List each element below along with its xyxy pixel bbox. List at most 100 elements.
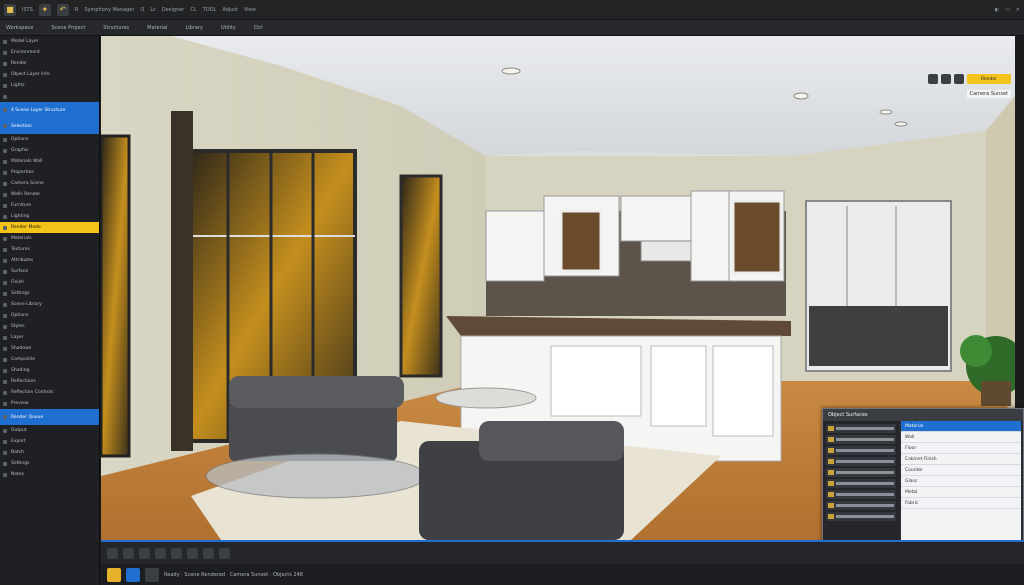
properties-row[interactable]: Glass (901, 476, 1021, 487)
properties-row[interactable]: Counter (901, 465, 1021, 476)
layer-row[interactable]: Surface (0, 266, 99, 277)
subbar-item[interactable]: Workspace (6, 25, 33, 31)
menu-item[interactable]: Designer (162, 7, 184, 13)
layer-icon (3, 137, 7, 142)
layer-row[interactable]: Scene Library (0, 299, 99, 310)
layer-label: 4 Scene Layer Structure (11, 107, 66, 113)
layer-row[interactable]: Shading (0, 365, 99, 376)
maximize-icon[interactable]: ▭ (1005, 7, 1010, 13)
layer-row[interactable]: Export (0, 436, 99, 447)
measure-icon[interactable] (187, 547, 198, 559)
play-icon[interactable] (107, 547, 118, 559)
grid-icon[interactable] (155, 547, 166, 559)
menu-item[interactable]: R (75, 7, 78, 13)
layer-row[interactable]: Selection (0, 118, 99, 134)
layer-row[interactable]: Reflections (0, 376, 99, 387)
layer-row[interactable]: Composite (0, 354, 99, 365)
layer-row[interactable]: Output (0, 425, 99, 436)
camera-icon[interactable] (941, 74, 951, 84)
subbar-item[interactable]: Ctrl (254, 25, 263, 31)
zoom-icon[interactable] (219, 547, 230, 559)
layer-row[interactable]: Finish (0, 277, 99, 288)
property-slot[interactable] (826, 446, 896, 455)
layer-row[interactable]: Graphic (0, 145, 99, 156)
menu-item[interactable]: Adjust (222, 7, 238, 13)
layer-row[interactable]: Preview (0, 398, 99, 409)
view-icon[interactable] (928, 74, 938, 84)
menu-item[interactable]: View (244, 7, 256, 13)
menu-item[interactable]: Symphony Manager (84, 7, 134, 13)
property-slot[interactable] (826, 457, 896, 466)
layer-row[interactable]: Lights (0, 80, 99, 91)
layer-row[interactable]: Render Mode (0, 222, 99, 233)
layer-row[interactable]: Shadows (0, 343, 99, 354)
layer-row[interactable]: Object Layer Info (0, 69, 99, 80)
layer-row[interactable] (0, 91, 99, 102)
menu-item[interactable]: ISTS (22, 7, 33, 13)
layer-row[interactable]: Materials (0, 233, 99, 244)
layer-row[interactable]: Styles (0, 321, 99, 332)
layer-row[interactable]: Lighting (0, 211, 99, 222)
property-slot[interactable] (826, 490, 896, 499)
layer-row[interactable]: Model Layer (0, 36, 99, 47)
properties-row[interactable]: Metal (901, 487, 1021, 498)
property-slot[interactable] (826, 479, 896, 488)
layer-row[interactable]: Attributes (0, 255, 99, 266)
layer-row[interactable]: Settings (0, 458, 99, 469)
properties-row[interactable]: Cabinet Finish (901, 454, 1021, 465)
properties-row[interactable]: Wall (901, 432, 1021, 443)
subbar-item[interactable]: Material (147, 25, 167, 31)
layer-row[interactable]: Batch (0, 447, 99, 458)
layer-row[interactable]: Render (0, 58, 99, 69)
properties-row[interactable]: Floor (901, 443, 1021, 454)
subbar-item[interactable]: Utility (221, 25, 236, 31)
undo-icon[interactable]: ↶ (56, 3, 69, 16)
layer-row[interactable]: Textures (0, 244, 99, 255)
properties-title[interactable]: Object Surfaces (823, 409, 1023, 421)
property-slot[interactable] (826, 424, 896, 433)
record-icon[interactable] (139, 547, 150, 559)
layer-row[interactable]: Notes (0, 469, 99, 480)
layer-row[interactable]: Walls Render (0, 189, 99, 200)
light-icon[interactable] (954, 74, 964, 84)
close-icon[interactable]: ✕ (1016, 7, 1020, 13)
render-button[interactable]: Render (967, 74, 1011, 84)
layer-row[interactable]: Materials Wall (0, 156, 99, 167)
layer-row[interactable]: Properties (0, 167, 99, 178)
layer-label: Settings (11, 291, 30, 296)
menu-item[interactable]: CL (190, 7, 196, 13)
layer-row[interactable]: 4 Scene Layer Structure (0, 102, 99, 118)
menu-item[interactable]: Lc (150, 7, 156, 13)
property-slot[interactable] (826, 468, 896, 477)
layer-row[interactable]: Render Queue (0, 409, 99, 425)
layer-label: Object Layer Info (11, 72, 50, 77)
layer-row[interactable]: Reflection Controls (0, 387, 99, 398)
property-slot[interactable] (826, 501, 896, 510)
properties-row[interactable]: Fabric (901, 498, 1021, 509)
layer-icon (3, 280, 7, 285)
properties-row[interactable]: Material (901, 421, 1021, 432)
layer-icon (3, 181, 7, 186)
folder-icon[interactable] (107, 567, 121, 582)
subbar-item[interactable]: Structures (103, 25, 129, 31)
menu-item[interactable]: Q (140, 7, 144, 13)
layer-row[interactable]: Options (0, 310, 99, 321)
property-slot[interactable] (826, 435, 896, 444)
minimize-icon[interactable]: ◐ (995, 7, 999, 13)
property-slot[interactable] (826, 512, 896, 521)
mail-icon[interactable] (126, 567, 140, 582)
subbar-item[interactable]: Library (185, 25, 202, 31)
layer-row[interactable]: Furniture (0, 200, 99, 211)
cursor-icon[interactable]: ✦ (38, 3, 51, 16)
layer-row[interactable]: Camera Scene (0, 178, 99, 189)
menu-item[interactable]: TOOL (203, 7, 217, 13)
layer-row[interactable]: Environment (0, 47, 99, 58)
settings-icon[interactable] (145, 567, 159, 582)
snap-icon[interactable] (171, 547, 182, 559)
layer-row[interactable]: Settings (0, 288, 99, 299)
layers-icon[interactable] (203, 547, 214, 559)
layer-row[interactable]: Options (0, 134, 99, 145)
subbar-item[interactable]: Scene Project (51, 25, 85, 31)
stop-icon[interactable] (123, 547, 134, 559)
layer-row[interactable]: Layer (0, 332, 99, 343)
